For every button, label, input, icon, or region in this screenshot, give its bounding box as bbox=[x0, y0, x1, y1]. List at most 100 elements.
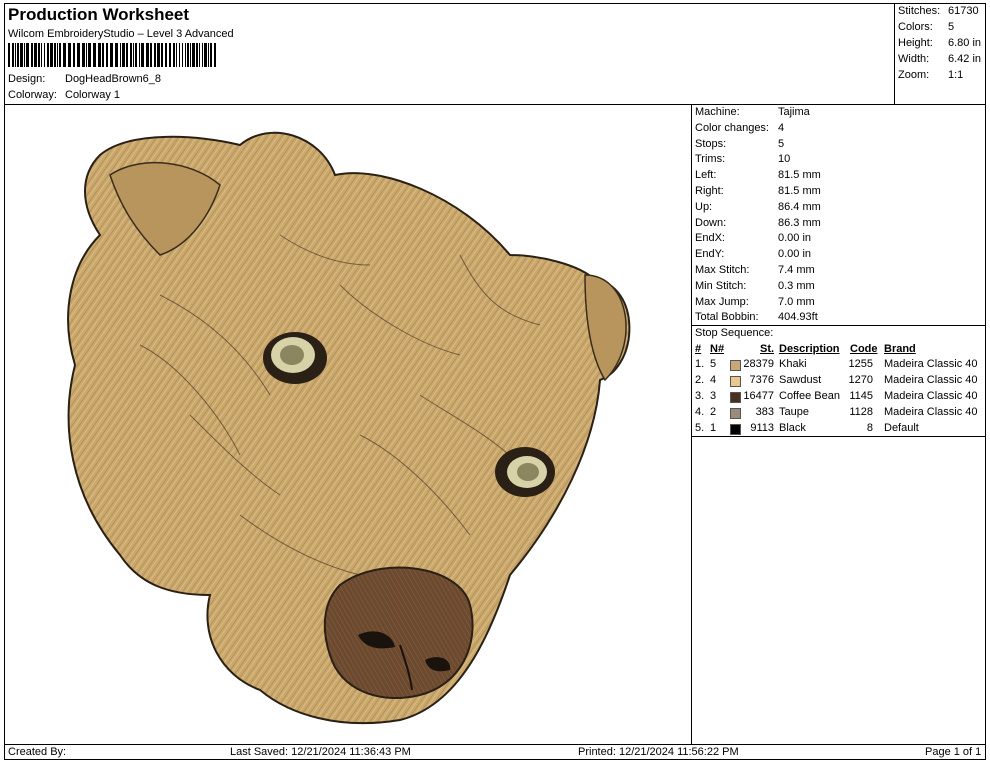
machine-info-row: Trims: 10 bbox=[695, 153, 790, 166]
row-brand: Madeira Classic 40 bbox=[884, 390, 978, 402]
colorway-value: Colorway 1 bbox=[65, 89, 121, 101]
row-brand: Madeira Classic 40 bbox=[884, 406, 978, 418]
row-num: 5. bbox=[695, 422, 705, 434]
row-needle: 2 bbox=[710, 406, 717, 418]
machine-info-label: EndY: bbox=[695, 248, 725, 261]
stop-sequence-row: 1. 5 28379 Khaki 1255 Madeira Classic 40 bbox=[695, 358, 985, 374]
machine-info-value: 86.3 mm bbox=[778, 216, 821, 229]
machine-info-value: 81.5 mm bbox=[778, 169, 821, 182]
machine-info-label: Up: bbox=[695, 200, 713, 213]
color-swatch bbox=[730, 360, 741, 371]
header-divider bbox=[4, 104, 986, 105]
row-stitches: 9113 bbox=[750, 422, 774, 434]
col-header-st: St. bbox=[760, 343, 775, 355]
page-number: Page 1 of 1 bbox=[925, 746, 982, 758]
machine-info-value: 5 bbox=[778, 137, 785, 150]
machine-info-row: Total Bobbin: 404.93ft bbox=[695, 311, 818, 324]
printed-date: Printed: 12/21/2024 11:56:22 PM bbox=[578, 746, 739, 758]
color-swatch bbox=[730, 408, 741, 419]
row-needle: 4 bbox=[710, 374, 717, 386]
summary-label: Width: bbox=[898, 53, 930, 65]
machine-info-row: Up: 86.4 mm bbox=[695, 200, 821, 213]
machine-info-value: 7.4 mm bbox=[778, 264, 815, 276]
row-num: 2. bbox=[695, 374, 705, 386]
machine-info-row: EndY: 0.00 in bbox=[695, 248, 811, 261]
col-header-num: # bbox=[695, 343, 702, 355]
machine-info-value: Tajima bbox=[778, 106, 810, 118]
last-saved: Last Saved: 12/21/2024 11:36:43 PM bbox=[230, 746, 411, 758]
machine-info-label: Stops: bbox=[695, 137, 727, 150]
summary-value: 1:1 bbox=[948, 69, 964, 81]
row-code: 1128 bbox=[849, 406, 873, 418]
row-code: 1145 bbox=[849, 390, 873, 402]
frame-top bbox=[4, 3, 986, 4]
machine-info-label: Max Jump: bbox=[695, 295, 749, 308]
machine-info-label: Min Stitch: bbox=[695, 279, 747, 292]
row-num: 3. bbox=[695, 390, 705, 402]
color-swatch bbox=[730, 392, 741, 403]
machine-info-label: Total Bobbin: bbox=[695, 311, 759, 324]
stop-sequence-row: 3. 3 16477 Coffee Bean 1145 Madeira Classic 4… bbox=[695, 390, 985, 406]
row-brand: Madeira Classic 40 bbox=[884, 358, 978, 370]
stop-sequence-row: 2. 4 7376 Sawdust 1270 Madeira Classic 40 bbox=[695, 374, 985, 390]
summary-label: Zoom: bbox=[898, 69, 930, 81]
colorway-label: Colorway: bbox=[8, 89, 57, 101]
color-swatch bbox=[730, 424, 741, 435]
stop-sequence-row: 4. 2 383 Taupe 1128 Madeira Classic 40 bbox=[695, 406, 985, 422]
summary-value: 6.42 in bbox=[948, 53, 982, 65]
machine-info-row: Stops: 5 bbox=[695, 137, 784, 150]
machine-info-row: Color changes: 4 bbox=[695, 121, 784, 134]
machine-info-label: Left: bbox=[695, 169, 717, 182]
frame-right bbox=[985, 3, 986, 760]
machine-info-row: Machine: Tajima bbox=[695, 106, 810, 118]
machine-info-label: Machine: bbox=[695, 106, 740, 118]
row-code: 1255 bbox=[848, 358, 873, 370]
software-name: Wilcom EmbroideryStudio – Level 3 Advanc… bbox=[8, 28, 234, 40]
machine-info-value: 404.93ft bbox=[778, 311, 818, 324]
machine-info-row: Max Stitch: 7.4 mm bbox=[695, 264, 815, 276]
machine-info-value: 86.4 mm bbox=[778, 200, 821, 213]
machine-info-value: 0.3 mm bbox=[778, 279, 815, 292]
row-brand: Madeira Classic 40 bbox=[884, 374, 978, 386]
footer-divider bbox=[4, 744, 986, 745]
machine-info-value: 10 bbox=[778, 153, 791, 166]
row-code: 1270 bbox=[848, 374, 873, 386]
panel-divider bbox=[691, 104, 692, 744]
machine-info-label: Right: bbox=[695, 185, 724, 197]
row-needle: 1 bbox=[710, 422, 717, 434]
col-header-n: N# bbox=[710, 343, 725, 355]
summary-label: Height: bbox=[898, 37, 933, 49]
row-stitches: 16477 bbox=[743, 390, 774, 402]
machine-info-row: EndX: 0.00 in bbox=[695, 232, 811, 245]
summary-row: Zoom: 1:1 bbox=[898, 69, 963, 81]
col-header-brand: Brand bbox=[884, 343, 916, 355]
machine-info-label: Down: bbox=[695, 216, 727, 229]
machine-info-label: Color changes: bbox=[695, 121, 769, 134]
summary-row: Height: 6.80 in bbox=[898, 37, 981, 49]
summary-value: 6.80 in bbox=[948, 37, 982, 49]
col-header-description: Description bbox=[779, 343, 840, 355]
machine-info-label: Trims: bbox=[695, 153, 726, 166]
machine-info-value: 81.5 mm bbox=[778, 185, 821, 197]
stop-sequence-title: Stop Sequence: bbox=[695, 327, 774, 339]
created-by: Created By: bbox=[8, 746, 67, 758]
barcode-icon bbox=[8, 43, 216, 67]
machine-divider bbox=[691, 325, 985, 326]
row-stitches: 28379 bbox=[743, 358, 774, 370]
row-code: 8 bbox=[866, 422, 873, 434]
summary-value: 5 bbox=[948, 21, 955, 33]
machine-info-value: 0.00 in bbox=[778, 248, 812, 261]
machine-info-value: 7.0 mm bbox=[778, 295, 815, 308]
row-num: 1. bbox=[695, 358, 705, 370]
row-stitches: 383 bbox=[755, 406, 774, 418]
summary-row: Width: 6.42 in bbox=[898, 53, 981, 65]
summary-label: Stitches: bbox=[898, 5, 941, 17]
machine-info-row: Down: 86.3 mm bbox=[695, 216, 821, 229]
summary-divider bbox=[894, 3, 895, 104]
embroidery-dog-head-icon bbox=[67, 131, 631, 725]
stop-sequence-row: 5. 1 9113 Black 8 Default bbox=[695, 422, 985, 438]
row-num: 4. bbox=[695, 406, 705, 418]
design-label: Design: bbox=[8, 73, 46, 85]
machine-info-value: 4 bbox=[778, 121, 785, 134]
machine-info-label: EndX: bbox=[695, 232, 725, 245]
